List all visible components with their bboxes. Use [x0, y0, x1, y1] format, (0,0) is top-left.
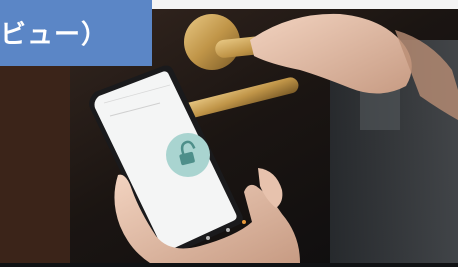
top-strip	[152, 0, 458, 9]
lock-button[interactable]	[166, 133, 210, 177]
key-icon[interactable]	[226, 228, 230, 232]
door-frame-left	[0, 60, 70, 263]
home-icon[interactable]	[206, 236, 210, 240]
caption-text: ビュー）	[0, 20, 109, 50]
history-icon[interactable]	[242, 220, 246, 224]
caption-band: ビュー）	[0, 0, 152, 66]
